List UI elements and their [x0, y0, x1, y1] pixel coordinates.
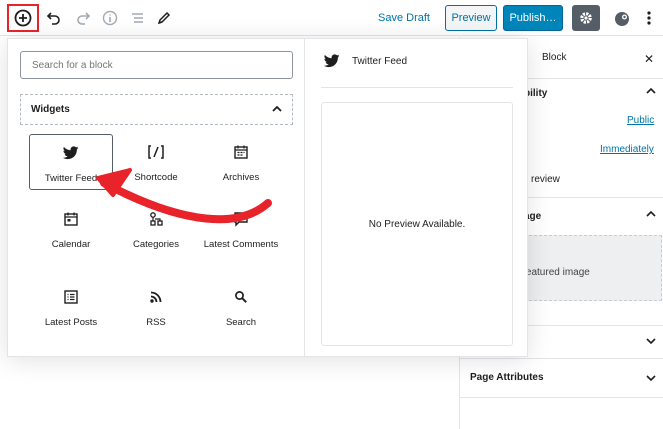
- inserter-block-list: Widgets Twitter Feed Shortcode Archives: [8, 39, 305, 356]
- block-search-input[interactable]: [20, 51, 293, 79]
- block-item-label: Shortcode: [134, 172, 178, 183]
- block-inserter-popover: Widgets Twitter Feed Shortcode Archives: [7, 38, 528, 357]
- chevron-up-icon[interactable]: [646, 209, 656, 222]
- posts-list-icon: [29, 287, 113, 307]
- block-item-label: Twitter Feed: [44, 173, 98, 184]
- preview-box: No Preview Available.: [321, 102, 513, 346]
- editor-toolbar: Save Draft Preview Publish…: [0, 0, 663, 36]
- block-preview-panel: Twitter Feed No Preview Available.: [306, 39, 529, 356]
- edit-pencil-icon[interactable]: [152, 6, 176, 30]
- save-draft-button[interactable]: Save Draft: [378, 12, 430, 24]
- visibility-value-link[interactable]: Public: [627, 115, 654, 126]
- search-icon: [199, 287, 283, 307]
- categories-icon: [114, 209, 198, 229]
- plugin-icon[interactable]: [610, 6, 634, 30]
- more-options-icon[interactable]: [637, 6, 661, 30]
- block-item-label: Latest Posts: [44, 317, 98, 328]
- tab-block[interactable]: Block: [542, 52, 566, 63]
- block-item-label: Latest Comments: [203, 239, 279, 250]
- preview-block-title: Twitter Feed: [352, 56, 408, 67]
- block-item-shortcode[interactable]: Shortcode: [114, 134, 198, 190]
- block-item-label: RSS: [146, 317, 166, 328]
- rss-icon: [114, 287, 198, 307]
- block-item-archives[interactable]: Archives: [199, 134, 283, 190]
- block-item-latest-comments[interactable]: Latest Comments: [199, 201, 283, 257]
- twitter-icon: [323, 54, 340, 73]
- divider: [460, 358, 663, 359]
- widgets-panel-toggle[interactable]: Widgets: [20, 94, 293, 125]
- no-preview-message: No Preview Available.: [368, 218, 466, 230]
- gear-icon: [580, 12, 592, 24]
- chevron-down-icon[interactable]: [646, 373, 656, 386]
- block-item-twitter-feed[interactable]: Twitter Feed: [29, 134, 113, 190]
- list-view-icon[interactable]: [125, 6, 149, 30]
- close-icon[interactable]: ✕: [644, 52, 654, 66]
- settings-button[interactable]: [572, 5, 600, 31]
- publish-button[interactable]: Publish…: [503, 5, 563, 31]
- page-attributes-panel-title[interactable]: Page Attributes: [470, 372, 544, 383]
- preview-button[interactable]: Preview: [445, 5, 497, 31]
- pending-review-label: review: [531, 174, 560, 185]
- block-item-label: Calendar: [51, 239, 91, 250]
- block-item-label: Archives: [222, 172, 260, 183]
- block-item-categories[interactable]: Categories: [114, 201, 198, 257]
- twitter-icon: [30, 143, 112, 163]
- block-item-search[interactable]: Search: [199, 279, 283, 335]
- undo-icon[interactable]: [42, 6, 66, 30]
- chevron-down-icon[interactable]: [646, 336, 656, 349]
- divider: [321, 87, 513, 88]
- redo-icon[interactable]: [71, 6, 95, 30]
- publish-date-link[interactable]: Immediately: [600, 144, 654, 155]
- divider: [460, 397, 663, 398]
- block-item-calendar[interactable]: Calendar: [29, 201, 113, 257]
- calendar-archive-icon: [199, 142, 283, 162]
- block-item-latest-posts[interactable]: Latest Posts: [29, 279, 113, 335]
- widgets-panel-title: Widgets: [31, 104, 70, 115]
- block-item-label: Search: [225, 317, 257, 328]
- add-block-icon[interactable]: [10, 5, 36, 31]
- info-icon[interactable]: [98, 6, 122, 30]
- calendar-icon: [29, 209, 113, 229]
- chevron-up-icon[interactable]: [646, 86, 656, 99]
- chevron-up-icon: [271, 102, 283, 120]
- block-item-rss[interactable]: RSS: [114, 279, 198, 335]
- comment-icon: [199, 209, 283, 229]
- shortcode-icon: [114, 142, 198, 162]
- block-item-label: Categories: [133, 239, 179, 250]
